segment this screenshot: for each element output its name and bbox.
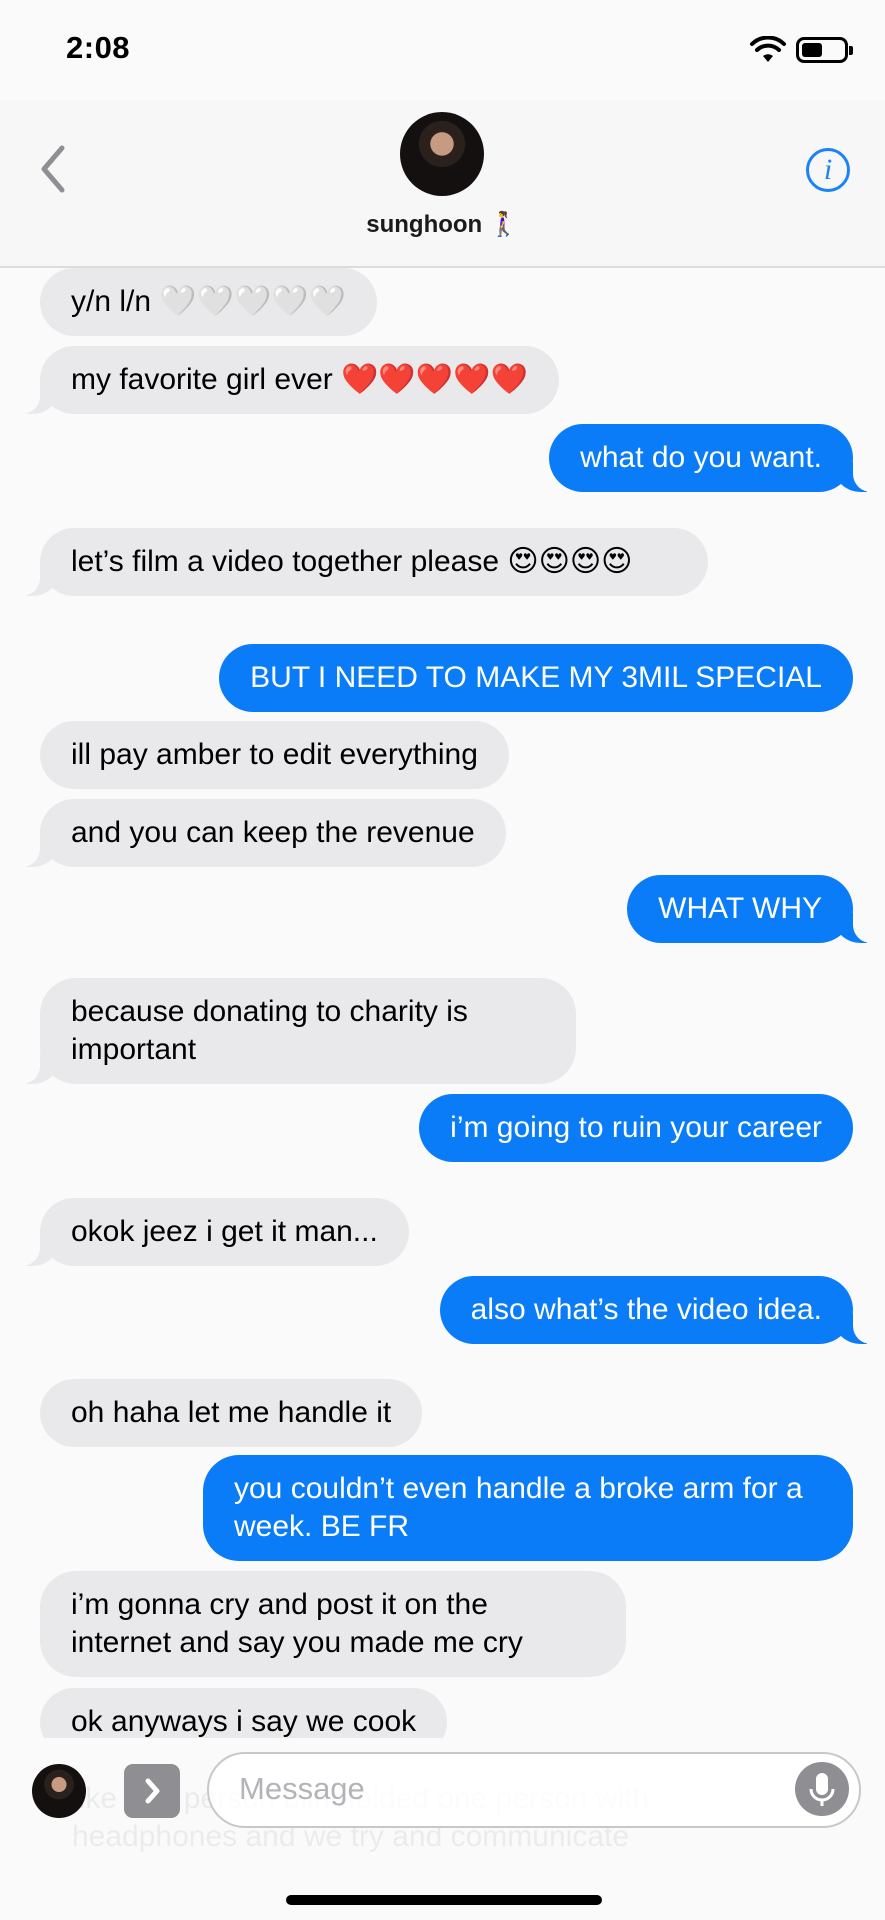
message-sent: BUT I NEED TO MAKE MY 3MIL SPECIAL (219, 644, 853, 712)
apps-button[interactable] (124, 1764, 180, 1818)
message-placeholder: Message (239, 1771, 365, 1806)
message-sent: also what’s the video idea. (439, 1276, 880, 1344)
message-received: let’s film a video together please 😍😍😍😍 (14, 528, 708, 596)
microphone-icon (809, 1773, 835, 1806)
message-received: okok jeez i get it man... (14, 1198, 409, 1266)
message-sent: WHAT WHY (627, 875, 879, 943)
message-received: i’m gonna cry and post it on the interne… (40, 1571, 626, 1677)
message-received: because donating to charity is important (14, 978, 576, 1084)
conversation-header: sunghoon 🚶‍♀️ i (0, 100, 885, 268)
contact-avatar[interactable] (400, 112, 484, 196)
status-time: 2:08 (66, 30, 131, 65)
status-bar: 2:08 (0, 0, 885, 100)
back-chevron-icon[interactable] (36, 144, 72, 194)
message-sent: what do you want. (549, 424, 879, 492)
message-received: ill pay amber to edit everything (40, 721, 509, 789)
info-icon[interactable]: i (806, 148, 850, 192)
message-sent: you couldn’t even handle a broke arm for… (203, 1455, 853, 1561)
chevron-right-icon (145, 1778, 160, 1804)
message-received: oh haha let me handle it (40, 1379, 423, 1447)
message-received: y/n l/n 🤍🤍🤍🤍🤍 (40, 268, 378, 336)
wifi-icon (750, 36, 786, 62)
contact-name[interactable]: sunghoon 🚶‍♀️ (0, 210, 885, 239)
message-input[interactable]: Message (207, 1752, 861, 1828)
contact-avatar-small[interactable] (32, 1764, 86, 1818)
message-thread[interactable]: y/n l/n 🤍🤍🤍🤍🤍 my favorite girl ever ❤️❤️… (0, 268, 885, 1738)
message-received: and you can keep the revenue (14, 799, 506, 867)
message-received: ok anyways i say we cook (40, 1688, 448, 1738)
compose-bar: like one person blindfolded one person w… (0, 1738, 885, 1920)
message-sent: i’m going to ruin your career (419, 1094, 853, 1162)
battery-icon (796, 37, 853, 63)
message-received: my favorite girl ever ❤️❤️❤️❤️❤️ (14, 346, 559, 414)
home-indicator[interactable] (286, 1895, 602, 1905)
microphone-button[interactable] (795, 1762, 849, 1816)
